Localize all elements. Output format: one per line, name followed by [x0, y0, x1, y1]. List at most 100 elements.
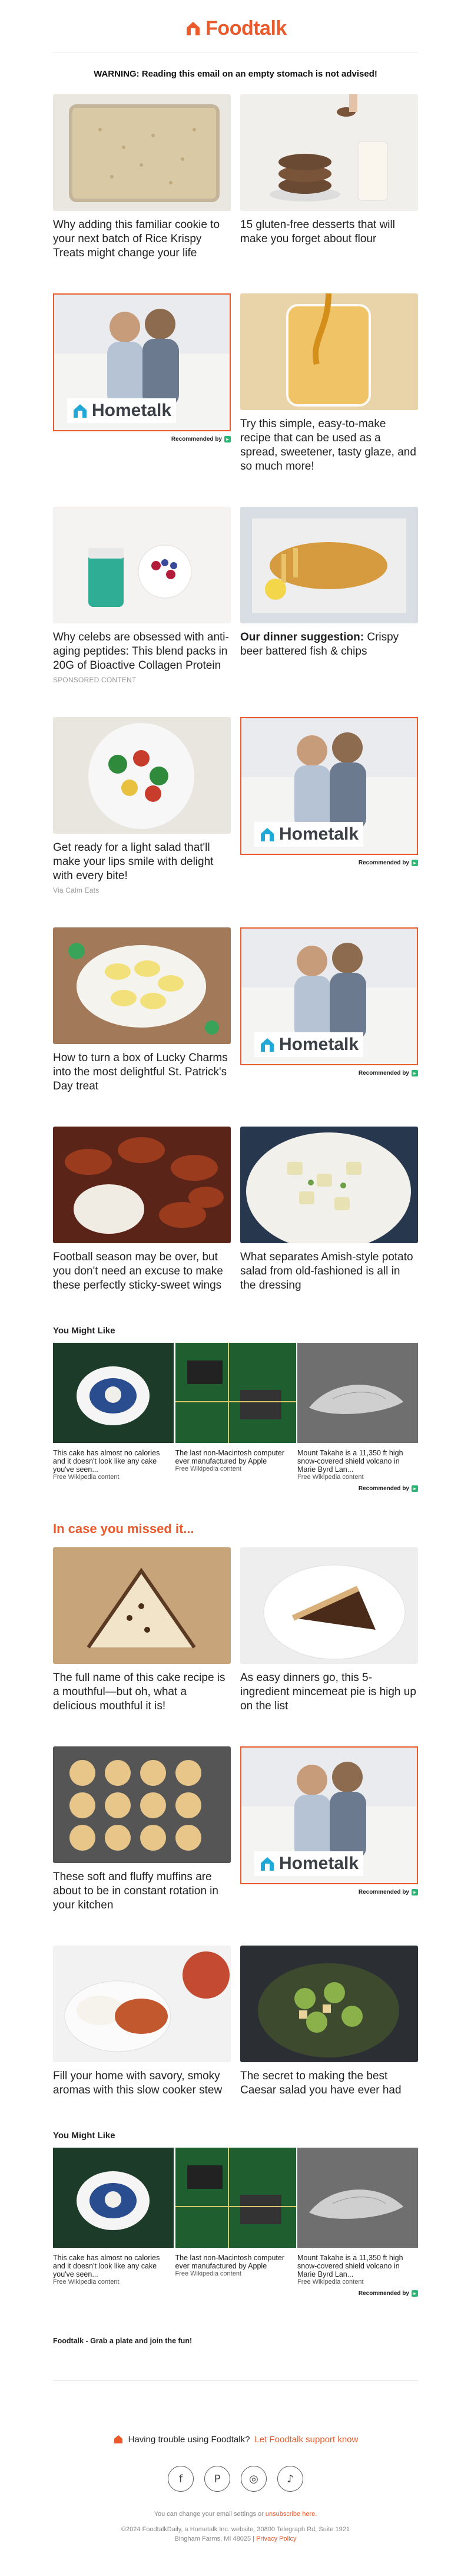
article-row: Why celebs are obsessed with anti-aging … [53, 507, 418, 684]
wings-image[interactable] [53, 1127, 231, 1243]
recommended-by[interactable]: Recommended by ▸ [240, 1889, 418, 1895]
gluten-free-desserts-image[interactable] [240, 94, 418, 211]
article-row: How to turn a box of Lucky Charms into t… [53, 927, 418, 1094]
recommended-by[interactable]: Recommended by ▸ [240, 1070, 418, 1076]
recommended-by[interactable]: Recommended by ▸ [53, 2290, 418, 2297]
facebook-icon[interactable]: f [168, 2466, 194, 2492]
list-item[interactable]: Mount Takahe is a 11,350 ft high snow-co… [297, 2148, 418, 2286]
recommended-by[interactable]: Recommended by ▸ [240, 860, 418, 866]
article-card[interactable]: These soft and fluffy muffins are about … [53, 1746, 231, 1913]
list-item-source: Free Wikipedia content [53, 1474, 120, 1481]
instagram-icon[interactable]: ◎ [241, 2466, 267, 2492]
stew-image[interactable] [53, 1946, 231, 2062]
muffins-image[interactable] [53, 1746, 231, 1863]
source-label: Via Calm Eats [53, 886, 99, 894]
article-title[interactable]: The secret to making the best Caesar sal… [240, 2069, 418, 2098]
article-title[interactable]: Our dinner suggestion: Crispy beer batte… [240, 630, 418, 659]
hometalk-logo-icon [74, 404, 87, 418]
brand-name: Foodtalk [205, 16, 287, 39]
ad-card[interactable]: Hometalk Recommended by ▸ [240, 1746, 418, 1913]
list-item-source: Free Wikipedia content [175, 2270, 242, 2277]
collagen-image[interactable] [53, 507, 231, 623]
social-links: f P ◎ ♪ [53, 2466, 418, 2492]
brand-logo[interactable]: Foodtalk [53, 0, 418, 52]
article-card[interactable]: Fill your home with savory, smoky aromas… [53, 1946, 231, 2098]
recommended-by[interactable]: Recommended by ▸ [53, 436, 231, 442]
circuit-board-image[interactable] [175, 1343, 296, 1443]
article-title[interactable]: As easy dinners go, this 5-ingredient mi… [240, 1671, 418, 1713]
list-item[interactable]: This cake has almost no calories and it … [53, 1343, 174, 1481]
list-item-source: Free Wikipedia content [297, 2278, 364, 2286]
article-card[interactable]: Get ready for a light salad that'll make… [53, 717, 231, 894]
caesar-salad-image[interactable] [240, 1946, 418, 2062]
list-item[interactable]: The last non-Macintosh computer ever man… [175, 2148, 296, 2286]
article-title[interactable]: Football season may be over, but you don… [53, 1250, 231, 1293]
article-card[interactable]: 15 gluten-free desserts that will make y… [240, 94, 418, 260]
list-item-title[interactable]: The last non-Macintosh computer ever man… [175, 1449, 296, 1465]
list-item[interactable]: The last non-Macintosh computer ever man… [175, 1343, 296, 1481]
ad-card[interactable]: Hometalk Recommended by ▸ [53, 293, 231, 474]
cake-plate-image[interactable] [53, 1343, 174, 1443]
article-card[interactable]: How to turn a box of Lucky Charms into t… [53, 927, 231, 1094]
article-title[interactable]: Why celebs are obsessed with anti-aging … [53, 630, 231, 673]
cake-plate-image[interactable] [53, 2148, 174, 2248]
hometalk-ad[interactable]: Hometalk [240, 717, 418, 855]
article-title[interactable]: Try this simple, easy-to-make recipe tha… [240, 417, 418, 474]
list-item-title[interactable]: This cake has almost no calories and it … [53, 2254, 174, 2278]
hometalk-ad[interactable]: Hometalk [240, 1746, 418, 1884]
privacy-policy-link[interactable]: Privacy Policy [256, 2535, 296, 2542]
article-card[interactable]: Football season may be over, but you don… [53, 1127, 231, 1293]
article-card[interactable]: Why adding this familiar cookie to your … [53, 94, 231, 260]
potato-salad-image[interactable] [240, 1127, 418, 1243]
article-title[interactable]: Get ready for a light salad that'll make… [53, 841, 231, 883]
article-title[interactable]: What separates Amish-style potato salad … [240, 1250, 418, 1293]
article-title[interactable]: 15 gluten-free desserts that will make y… [240, 218, 418, 246]
article-card[interactable]: Our dinner suggestion: Crispy beer batte… [240, 507, 418, 684]
article-title[interactable]: Fill your home with savory, smoky aromas… [53, 2069, 231, 2098]
article-card[interactable]: The secret to making the best Caesar sal… [240, 1946, 418, 2098]
support-link[interactable]: Let Foodtalk support know [254, 2435, 358, 2445]
ad-brand: Hometalk [67, 398, 177, 423]
list-item-title[interactable]: Mount Takahe is a 11,350 ft high snow-co… [297, 2254, 418, 2278]
volcano-image[interactable] [297, 2148, 418, 2248]
lucky-charms-image[interactable] [53, 927, 231, 1044]
list-item[interactable]: Mount Takahe is a 11,350 ft high snow-co… [297, 1343, 418, 1481]
legal-text: You can change your email settings or un… [121, 2511, 350, 2542]
list-item-source: Free Wikipedia content [175, 1465, 242, 1472]
article-title[interactable]: How to turn a box of Lucky Charms into t… [53, 1051, 231, 1094]
volcano-image[interactable] [297, 1343, 418, 1443]
article-card[interactable]: Try this simple, easy-to-make recipe tha… [240, 293, 418, 474]
article-card[interactable]: The full name of this cake recipe is a m… [53, 1547, 231, 1713]
article-title[interactable]: These soft and fluffy muffins are about … [53, 1870, 231, 1913]
unsubscribe-link[interactable]: unsubscribe here. [266, 2511, 317, 2518]
list-item-title[interactable]: The last non-Macintosh computer ever man… [175, 2254, 296, 2270]
list-item-title[interactable]: Mount Takahe is a 11,350 ft high snow-co… [297, 1449, 418, 1474]
cake-slice-image[interactable] [53, 1547, 231, 1664]
list-item[interactable]: This cake has almost no calories and it … [53, 2148, 174, 2286]
ad-brand: Hometalk [254, 1032, 364, 1057]
article-title[interactable]: Why adding this familiar cookie to your … [53, 218, 231, 260]
hometalk-logo-icon [261, 1038, 274, 1052]
recommended-by[interactable]: Recommended by ▸ [53, 1485, 418, 1492]
warning-text: WARNING: Reading this email on an empty … [94, 69, 377, 79]
tiktok-icon[interactable]: ♪ [277, 2466, 303, 2492]
hometalk-ad[interactable]: Hometalk [53, 293, 231, 431]
ad-brand: Hometalk [254, 822, 364, 847]
rice-krispy-image[interactable] [53, 94, 231, 211]
article-card[interactable]: As easy dinners go, this 5-ingredient mi… [240, 1547, 418, 1713]
ad-card[interactable]: Hometalk Recommended by ▸ [240, 717, 418, 894]
ad-brand: Hometalk [254, 1851, 364, 1876]
circuit-board-image[interactable] [175, 2148, 296, 2248]
hometalk-ad[interactable]: Hometalk [240, 927, 418, 1065]
list-item-title[interactable]: This cake has almost no calories and it … [53, 1449, 174, 1474]
salad-image[interactable] [53, 717, 231, 834]
article-row: Fill your home with savory, smoky aromas… [53, 1946, 418, 2098]
ad-card[interactable]: Hometalk Recommended by ▸ [240, 927, 418, 1094]
fish-and-chips-image[interactable] [240, 507, 418, 623]
mincemeat-pie-image[interactable] [240, 1547, 418, 1664]
pinterest-icon[interactable]: P [204, 2466, 230, 2492]
article-card[interactable]: Why celebs are obsessed with anti-aging … [53, 507, 231, 684]
article-card[interactable]: What separates Amish-style potato salad … [240, 1127, 418, 1293]
honey-jar-image[interactable] [240, 293, 418, 410]
article-title[interactable]: The full name of this cake recipe is a m… [53, 1671, 231, 1713]
